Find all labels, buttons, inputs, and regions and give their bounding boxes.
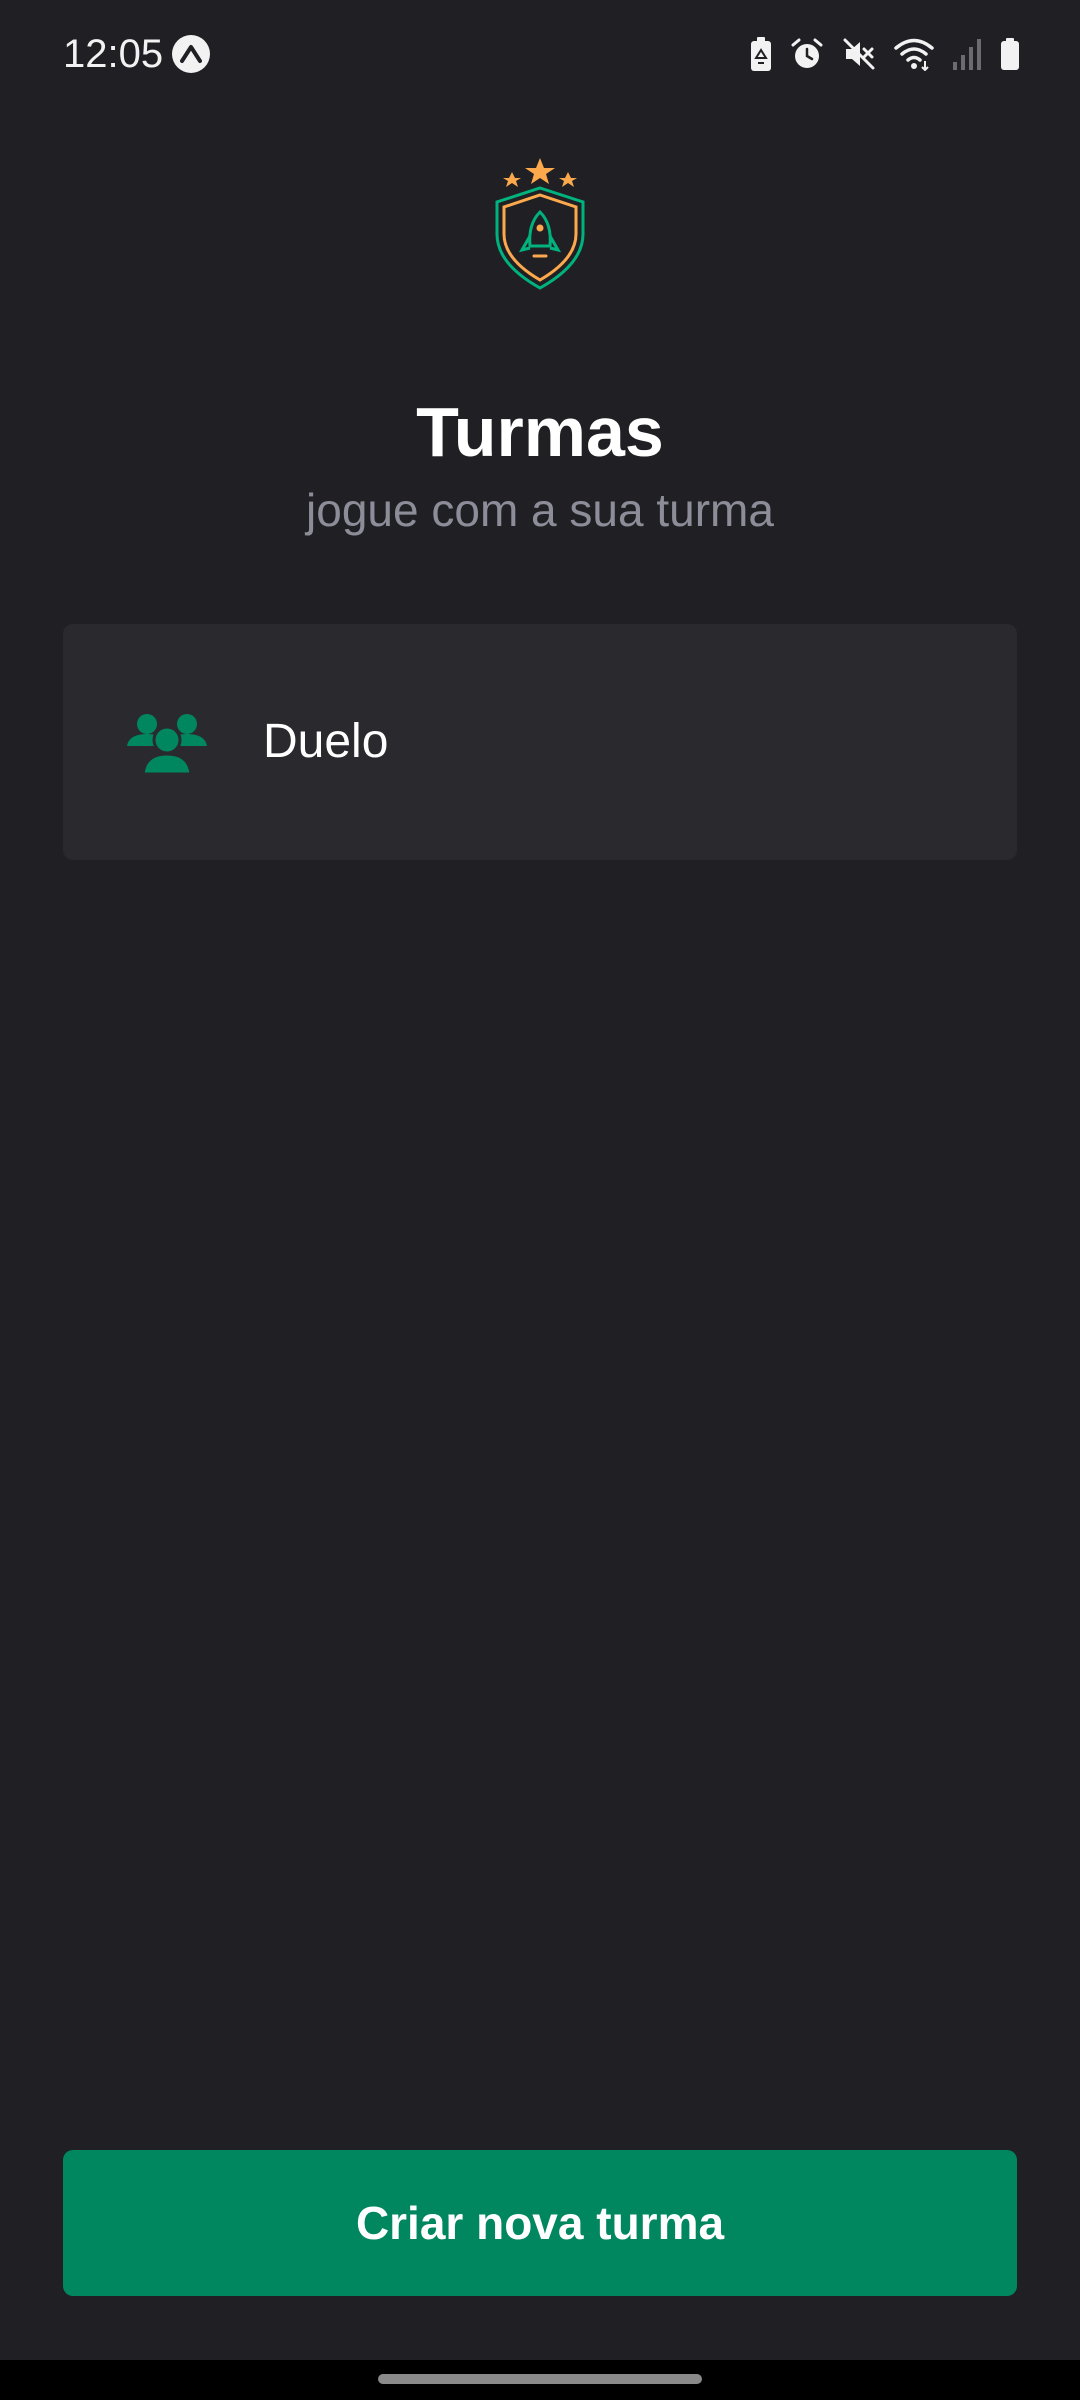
create-team-button[interactable]: Criar nova turma xyxy=(63,2150,1017,2296)
status-icons xyxy=(750,34,1020,74)
battery-icon xyxy=(1000,37,1020,71)
status-time: 12:05 xyxy=(63,32,164,76)
page-subtitle: jogue com a sua turma xyxy=(306,484,774,536)
home-indicator[interactable] xyxy=(378,2374,702,2384)
status-bar: 12:05 xyxy=(0,0,1080,108)
wifi-icon xyxy=(894,37,934,71)
mute-icon xyxy=(842,37,876,71)
navigation-bar xyxy=(0,2360,1080,2400)
page-title: Turmas xyxy=(416,393,664,471)
shield-rocket-stars-logo xyxy=(486,152,594,292)
users-group-icon xyxy=(125,710,209,776)
team-name: Duelo xyxy=(263,715,389,768)
cellular-signal-icon xyxy=(952,38,982,70)
battery-saver-icon xyxy=(750,36,772,72)
team-card[interactable]: Duelo xyxy=(63,624,1017,860)
expo-icon xyxy=(172,35,210,73)
alarm-icon xyxy=(790,37,824,71)
